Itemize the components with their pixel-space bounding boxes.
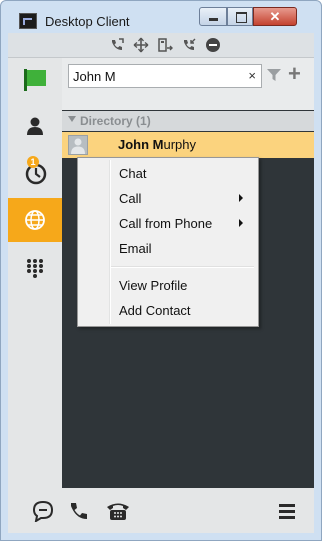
maximize-icon: [236, 12, 247, 23]
contact-name: John Murphy: [118, 137, 196, 152]
move-icon[interactable]: [133, 37, 149, 53]
app-icon: [19, 13, 37, 29]
globe-icon: [25, 210, 45, 230]
menu-item-add-contact[interactable]: Add Contact: [80, 299, 256, 321]
menu-item-chat[interactable]: Chat: [80, 162, 256, 184]
contact-row[interactable]: John Murphy: [62, 132, 314, 158]
filter-icon[interactable]: [266, 68, 282, 82]
context-menu: Chat Call Call from Phone Email View Pro…: [77, 157, 259, 327]
sidebar-item-directory[interactable]: [8, 198, 62, 242]
window-title: Desktop Client: [45, 14, 130, 29]
menu-item-label: Email: [119, 241, 152, 256]
call-return-icon[interactable]: [181, 37, 197, 53]
chat-bubble-icon[interactable]: [32, 500, 54, 522]
close-icon: ✕: [269, 9, 281, 24]
maximize-button[interactable]: [227, 7, 253, 26]
minimize-icon: [209, 18, 218, 21]
menu-item-view-profile[interactable]: View Profile: [80, 274, 256, 296]
dialpad-icon: [27, 259, 43, 278]
title-bar[interactable]: Desktop Client ✕: [1, 1, 321, 33]
person-icon: [27, 117, 43, 135]
avatar: [68, 135, 88, 155]
search-box[interactable]: ×: [68, 64, 262, 88]
phone-icon[interactable]: [68, 500, 90, 522]
submenu-arrow-icon: [239, 194, 243, 202]
menu-item-label: Call from Phone: [119, 216, 213, 231]
transfer-icon[interactable]: [157, 37, 173, 53]
directory-label: Directory (1): [80, 114, 151, 128]
menu-icon[interactable]: [278, 500, 296, 522]
search-input[interactable]: [73, 68, 233, 84]
add-icon[interactable]: +: [288, 63, 301, 85]
menu-item-label: Call: [119, 191, 142, 206]
sidebar-item-dialpad[interactable]: [8, 246, 62, 290]
menu-item-label: Add Contact: [119, 303, 191, 318]
close-button[interactable]: ✕: [253, 7, 297, 26]
collapse-arrow-icon[interactable]: [68, 116, 76, 122]
directory-header[interactable]: Directory (1): [62, 111, 314, 131]
clear-search-icon[interactable]: ×: [248, 68, 256, 83]
menu-item-email[interactable]: Email: [80, 237, 256, 259]
call-forward-icon[interactable]: [109, 37, 125, 53]
menu-item-call-from-phone[interactable]: Call from Phone: [80, 212, 256, 234]
contact-name-rest: urphy: [163, 137, 197, 152]
avatar-person-icon: [71, 138, 85, 154]
search-area: × +: [62, 58, 314, 110]
minimize-button[interactable]: [199, 7, 227, 26]
contact-name-match: John M: [118, 137, 164, 152]
menu-item-call[interactable]: Call: [80, 187, 256, 209]
flag-icon: [24, 69, 46, 91]
menu-item-label: Chat: [119, 166, 147, 181]
sidebar-item-history[interactable]: 1: [8, 150, 62, 194]
submenu-arrow-icon: [239, 219, 243, 227]
bottom-bar: [8, 488, 314, 533]
history-badge: 1: [27, 156, 39, 168]
call-toolbar: [8, 33, 314, 58]
desk-phone-icon[interactable]: [106, 500, 130, 522]
sidebar-item-status[interactable]: [8, 58, 62, 102]
menu-separator: [111, 266, 254, 268]
minus-circle-icon[interactable]: [205, 37, 221, 53]
menu-item-label: View Profile: [119, 278, 188, 293]
sidebar-item-contacts[interactable]: [8, 104, 62, 148]
sidebar: 1: [8, 58, 62, 488]
